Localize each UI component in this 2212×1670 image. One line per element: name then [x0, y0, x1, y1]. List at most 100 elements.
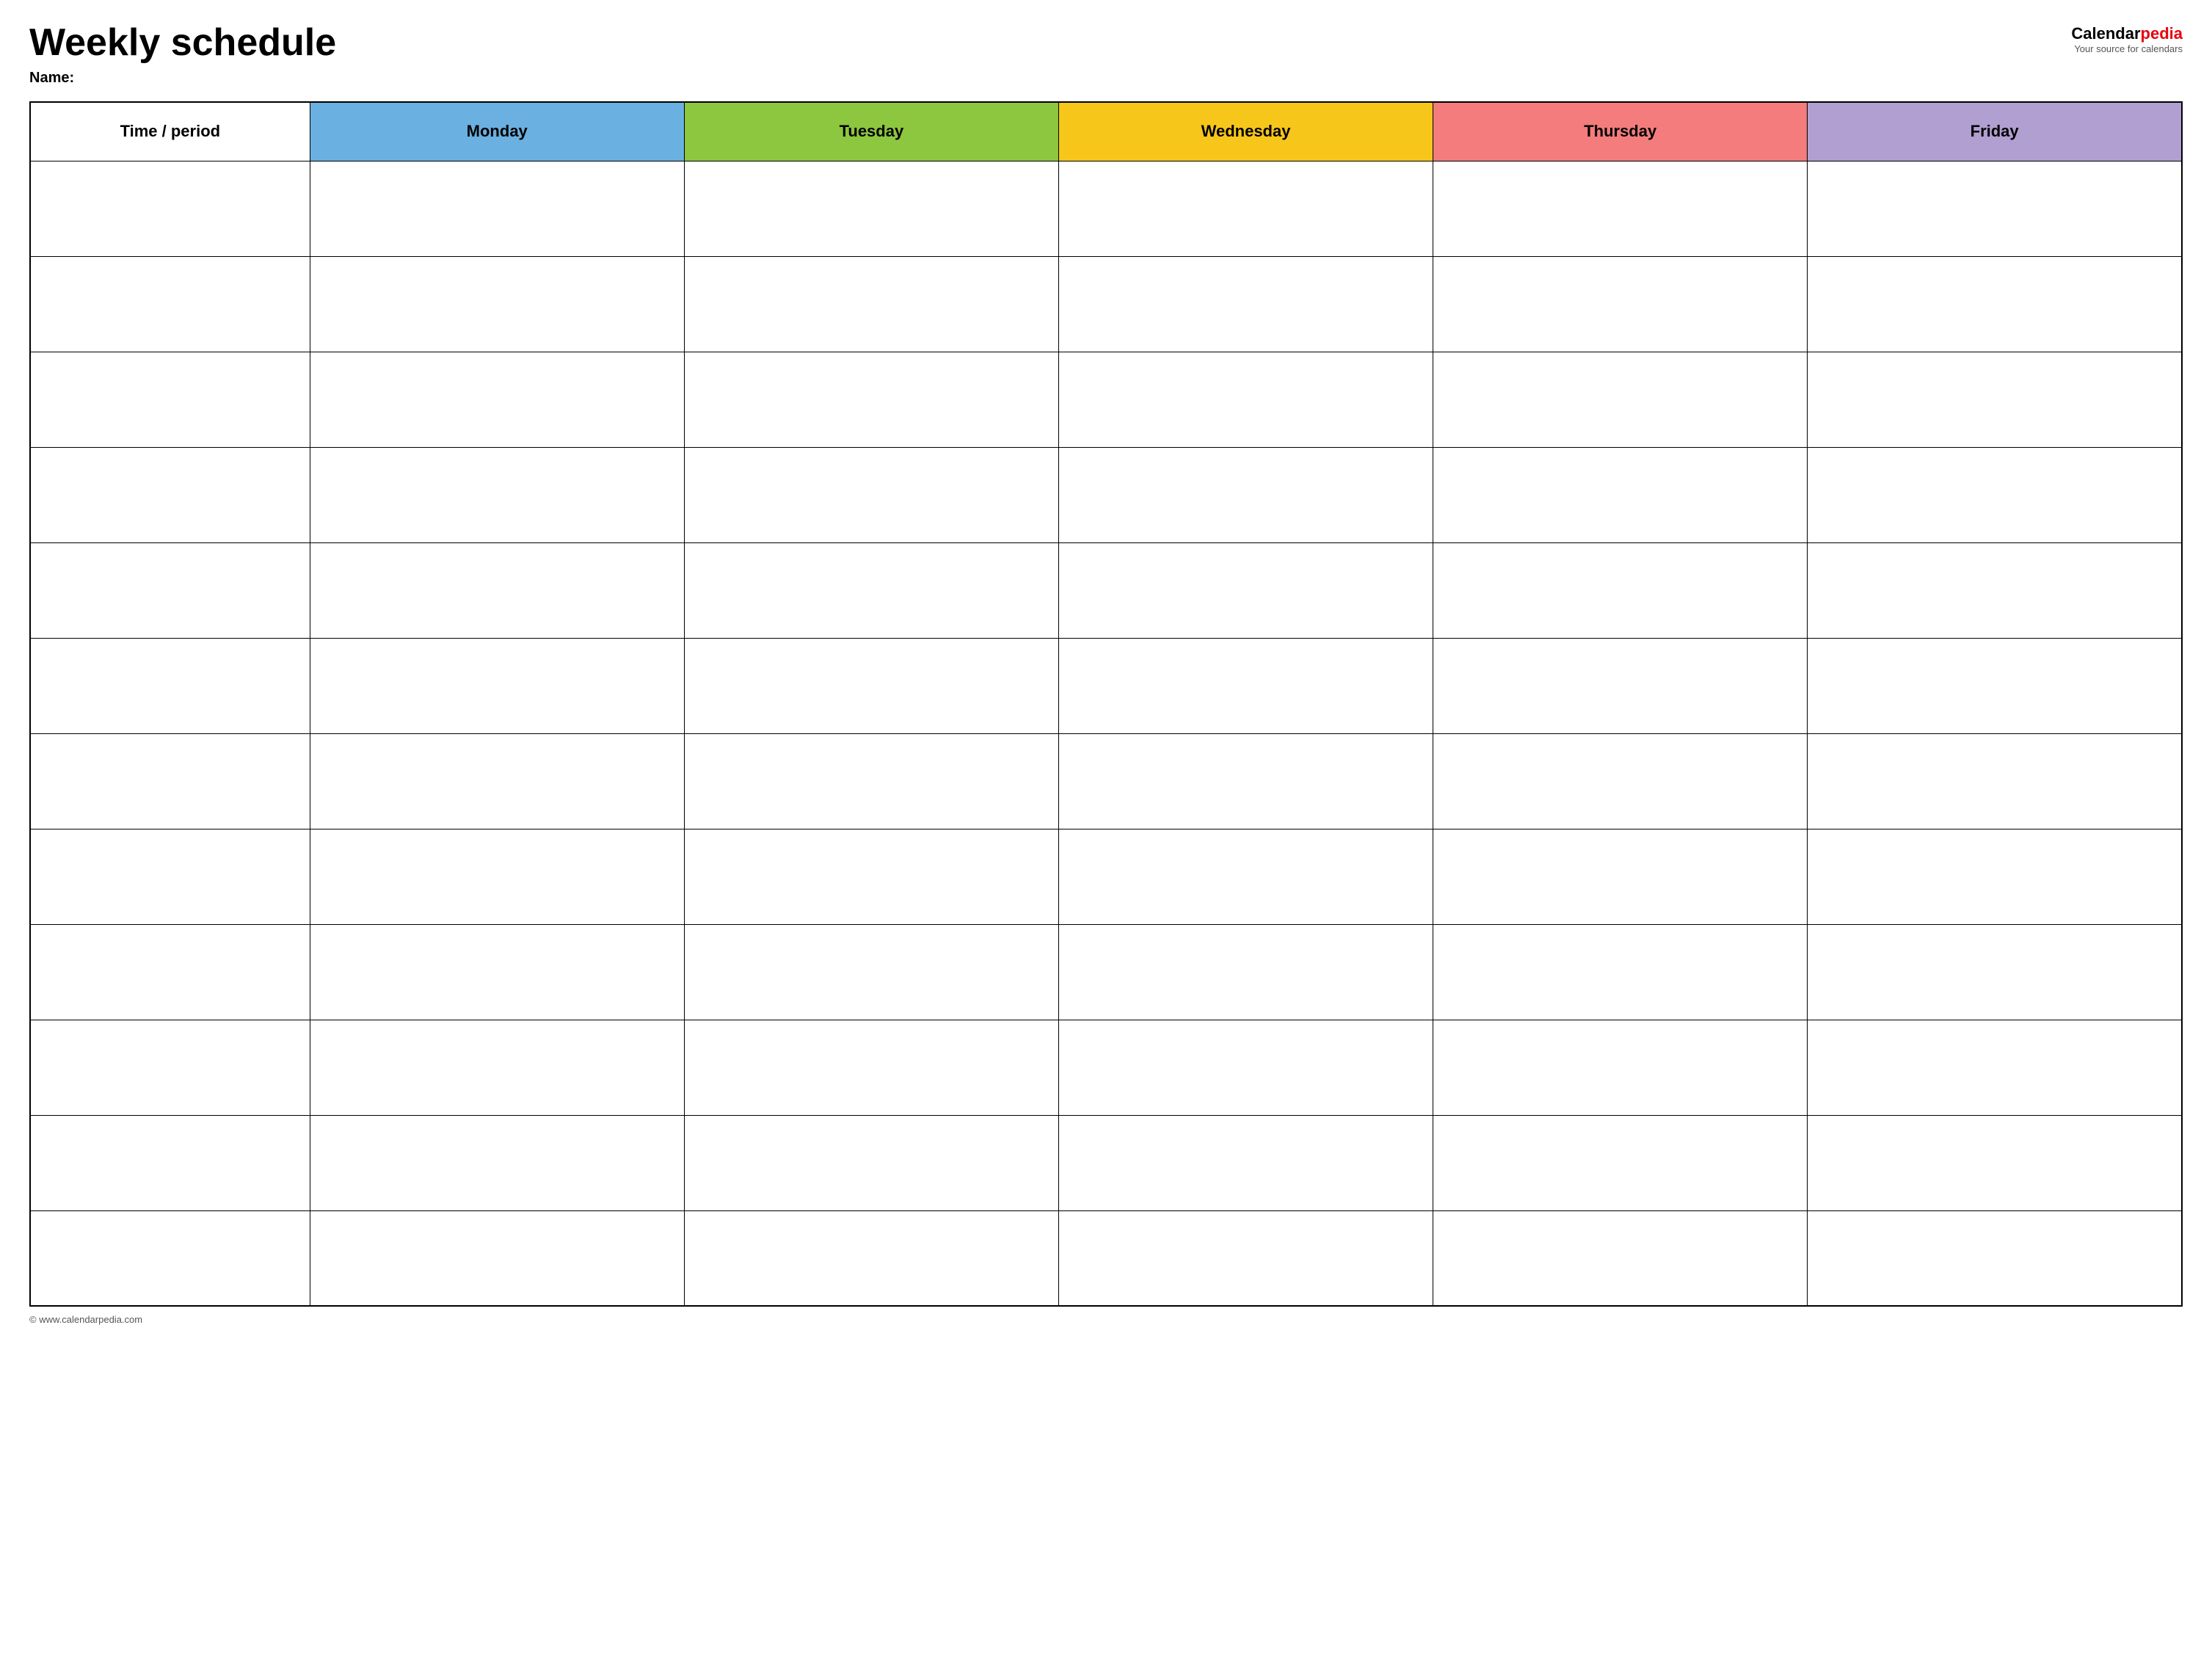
time-cell[interactable]: [30, 1210, 310, 1306]
table-row: [30, 542, 2182, 638]
schedule-cell[interactable]: [1433, 1115, 1808, 1210]
schedule-cell[interactable]: [684, 638, 1058, 733]
schedule-cell[interactable]: [684, 161, 1058, 256]
schedule-cell[interactable]: [1058, 1115, 1433, 1210]
schedule-cell[interactable]: [1058, 733, 1433, 829]
schedule-cell[interactable]: [310, 638, 684, 733]
time-cell[interactable]: [30, 638, 310, 733]
col-header-friday: Friday: [1808, 102, 2182, 161]
schedule-cell[interactable]: [310, 161, 684, 256]
schedule-cell[interactable]: [1433, 1210, 1808, 1306]
page-title: Weekly schedule: [29, 22, 336, 64]
header-area: Weekly schedule Name: Calendarpedia Your…: [29, 22, 2183, 87]
time-cell[interactable]: [30, 924, 310, 1020]
table-row: [30, 1115, 2182, 1210]
schedule-cell[interactable]: [1433, 542, 1808, 638]
schedule-cell[interactable]: [1808, 256, 2182, 352]
schedule-cell[interactable]: [1058, 161, 1433, 256]
schedule-cell[interactable]: [1058, 542, 1433, 638]
col-header-thursday: Thursday: [1433, 102, 1808, 161]
table-row: [30, 256, 2182, 352]
table-row: [30, 638, 2182, 733]
time-cell[interactable]: [30, 447, 310, 542]
schedule-table: Time / period Monday Tuesday Wednesday T…: [29, 101, 2183, 1307]
time-cell[interactable]: [30, 829, 310, 924]
schedule-cell[interactable]: [1433, 924, 1808, 1020]
schedule-cell[interactable]: [1808, 1210, 2182, 1306]
schedule-cell[interactable]: [1808, 733, 2182, 829]
schedule-cell[interactable]: [1058, 829, 1433, 924]
schedule-cell[interactable]: [1433, 733, 1808, 829]
table-row: [30, 161, 2182, 256]
schedule-cell[interactable]: [310, 1020, 684, 1115]
copyright-text: © www.calendarpedia.com: [29, 1314, 142, 1325]
schedule-cell[interactable]: [310, 829, 684, 924]
schedule-cell[interactable]: [1433, 256, 1808, 352]
schedule-cell[interactable]: [1808, 161, 2182, 256]
logo-subtitle: Your source for calendars: [2071, 43, 2183, 54]
col-header-wednesday: Wednesday: [1058, 102, 1433, 161]
schedule-cell[interactable]: [684, 447, 1058, 542]
schedule-cell[interactable]: [1433, 161, 1808, 256]
schedule-cell[interactable]: [1433, 447, 1808, 542]
name-label: Name:: [29, 70, 336, 87]
schedule-cell[interactable]: [1808, 447, 2182, 542]
schedule-cell[interactable]: [1058, 1020, 1433, 1115]
schedule-cell[interactable]: [684, 733, 1058, 829]
schedule-cell[interactable]: [1808, 924, 2182, 1020]
time-cell[interactable]: [30, 1020, 310, 1115]
schedule-cell[interactable]: [1808, 1020, 2182, 1115]
schedule-cell[interactable]: [684, 1210, 1058, 1306]
col-header-monday: Monday: [310, 102, 684, 161]
schedule-cell[interactable]: [310, 733, 684, 829]
schedule-cell[interactable]: [1433, 829, 1808, 924]
logo-text: Calendarpedia: [2071, 26, 2183, 42]
table-row: [30, 447, 2182, 542]
time-cell[interactable]: [30, 733, 310, 829]
footer: © www.calendarpedia.com: [29, 1314, 2183, 1325]
schedule-cell[interactable]: [1058, 256, 1433, 352]
logo-calendar: Calendar: [2071, 24, 2140, 43]
schedule-cell[interactable]: [1058, 924, 1433, 1020]
schedule-cell[interactable]: [310, 1115, 684, 1210]
schedule-cell[interactable]: [310, 1210, 684, 1306]
schedule-cell[interactable]: [684, 542, 1058, 638]
schedule-cell[interactable]: [1808, 638, 2182, 733]
schedule-cell[interactable]: [1058, 352, 1433, 447]
col-header-tuesday: Tuesday: [684, 102, 1058, 161]
schedule-cell[interactable]: [684, 352, 1058, 447]
time-cell[interactable]: [30, 1115, 310, 1210]
schedule-cell[interactable]: [684, 1020, 1058, 1115]
schedule-cell[interactable]: [310, 924, 684, 1020]
schedule-cell[interactable]: [684, 829, 1058, 924]
schedule-cell[interactable]: [310, 447, 684, 542]
schedule-cell[interactable]: [684, 924, 1058, 1020]
table-row: [30, 352, 2182, 447]
schedule-cell[interactable]: [1433, 1020, 1808, 1115]
schedule-cell[interactable]: [1058, 638, 1433, 733]
schedule-cell[interactable]: [1808, 352, 2182, 447]
schedule-cell[interactable]: [1808, 542, 2182, 638]
schedule-cell[interactable]: [1433, 638, 1808, 733]
table-row: [30, 829, 2182, 924]
schedule-cell[interactable]: [1808, 1115, 2182, 1210]
logo-pedia: pedia: [2141, 24, 2183, 43]
time-cell[interactable]: [30, 542, 310, 638]
schedule-cell[interactable]: [684, 256, 1058, 352]
time-cell[interactable]: [30, 256, 310, 352]
time-cell[interactable]: [30, 352, 310, 447]
time-cell[interactable]: [30, 161, 310, 256]
table-row: [30, 1020, 2182, 1115]
schedule-cell[interactable]: [684, 1115, 1058, 1210]
table-row: [30, 733, 2182, 829]
col-header-time: Time / period: [30, 102, 310, 161]
schedule-cell[interactable]: [310, 256, 684, 352]
table-row: [30, 1210, 2182, 1306]
schedule-cell[interactable]: [1808, 829, 2182, 924]
schedule-cell[interactable]: [310, 352, 684, 447]
schedule-cell[interactable]: [1058, 447, 1433, 542]
header-row: Time / period Monday Tuesday Wednesday T…: [30, 102, 2182, 161]
schedule-cell[interactable]: [1433, 352, 1808, 447]
schedule-cell[interactable]: [310, 542, 684, 638]
schedule-cell[interactable]: [1058, 1210, 1433, 1306]
